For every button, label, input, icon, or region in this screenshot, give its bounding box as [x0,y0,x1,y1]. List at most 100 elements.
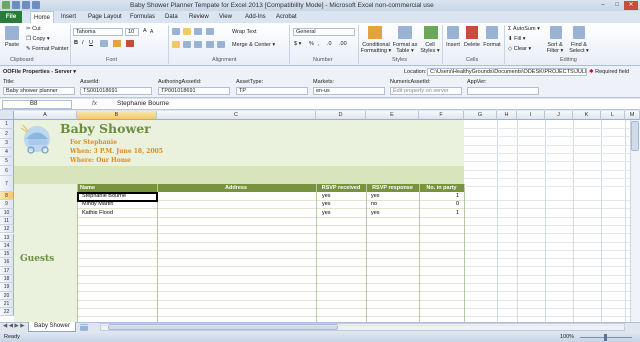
zoom-level[interactable]: 100% [560,334,574,340]
rsvp-response-cell[interactable]: yes [371,209,380,217]
column-header[interactable]: J [545,111,573,120]
orientation-icon[interactable] [206,28,214,35]
tab-data[interactable]: Data [162,11,181,23]
row-header[interactable]: 12 [0,225,14,234]
party-count-cell[interactable]: 0 [419,200,459,208]
tab-home[interactable]: Home [30,11,55,23]
save-icon[interactable] [12,1,20,9]
sheet-tab-baby-shower[interactable]: Baby Shower [28,322,76,332]
row-header[interactable]: 2 [0,129,14,139]
insert-cells-button[interactable]: Insert [443,42,463,48]
minimize-button[interactable]: – [596,1,610,10]
number-format-select[interactable]: General [293,28,355,36]
tab-insert[interactable]: Insert [58,11,79,23]
tab-formulas[interactable]: Formulas [127,11,158,23]
increase-decimal-button[interactable]: .0 [327,41,332,47]
row-header[interactable]: 20 [0,291,14,300]
redo-icon[interactable] [32,1,40,9]
insert-function-button[interactable]: fx [92,100,97,107]
comma-button[interactable]: , [318,41,320,47]
decrease-indent-icon[interactable] [206,41,214,48]
formula-input[interactable]: Stephanie Bourne [117,100,169,107]
align-top-icon[interactable] [172,28,180,35]
row-header[interactable]: 14 [0,241,14,251]
column-header[interactable]: F [419,111,464,120]
row-header[interactable]: 5 [0,157,14,166]
property-field[interactable]: Baby shower planner [3,87,75,95]
find-select-button[interactable]: Find & Select ▾ [567,42,591,54]
align-right-icon[interactable] [194,41,202,48]
column-header[interactable]: A [14,111,77,120]
bold-button[interactable]: B [74,40,78,46]
row-header[interactable]: 10 [0,208,14,217]
underline-button[interactable]: U [89,40,93,46]
fill-color-icon[interactable] [113,40,121,47]
format-cells-button[interactable]: Format [482,42,502,48]
sheet-nav-arrows-icon[interactable]: ◀ ◀ ▶ ▶ [3,323,25,329]
property-field[interactable]: Edit property on server [390,87,462,95]
row-header[interactable]: 9 [0,200,14,209]
column-header[interactable]: E [366,111,419,120]
copy-button[interactable]: ❐ Copy ▾ [26,36,50,42]
paste-button[interactable]: Paste [3,42,21,48]
row-header[interactable]: 8 [0,192,14,201]
row-header[interactable]: 19 [0,283,14,292]
maximize-button[interactable]: □ [610,1,624,10]
cut-button[interactable]: ✂ Cut [26,26,41,32]
wrap-text-button[interactable]: Wrap Text [232,29,257,35]
guest-name-cell[interactable]: Kathie Flood [82,209,113,217]
clear-button[interactable]: ◇ Clear ▾ [508,46,531,52]
row-header[interactable]: 6 [0,166,14,176]
font-name-select[interactable]: Tahoma [73,28,123,36]
format-painter-button[interactable]: ✎ Format Painter [26,46,69,52]
column-header[interactable]: C [157,111,316,120]
rsvp-received-cell[interactable]: yes [322,200,331,208]
row-header[interactable]: 11 [0,216,14,226]
column-header[interactable]: I [517,111,545,120]
row-header[interactable]: 21 [0,299,14,309]
sort-filter-button[interactable]: Sort & Filter ▾ [543,42,567,54]
format-as-table-button[interactable]: Format as Table ▾ [392,42,418,54]
tab-page-layout[interactable]: Page Layout [85,11,125,23]
font-size-select[interactable]: 10 [125,28,139,36]
grow-font-button[interactable]: A [143,28,147,34]
select-all-corner[interactable] [0,111,14,120]
align-center-icon[interactable] [183,41,191,48]
column-header[interactable]: B [77,111,157,120]
properties-panel-title[interactable]: OOFile Properties - Server ▾ [3,69,76,75]
property-field[interactable]: TP001018691 [158,87,230,95]
row-header[interactable]: 17 [0,266,14,275]
vertical-scroll-thumb[interactable] [631,121,639,151]
conditional-formatting-button[interactable]: Conditional Formatting ▾ [360,42,392,54]
party-count-cell[interactable]: 1 [419,209,459,217]
merge-center-button[interactable]: Merge & Center ▾ [232,42,275,48]
autosum-button[interactable]: Σ AutoSum ▾ [508,26,540,32]
location-field[interactable]: C:\Users\HealthyGrounds\Documents\ODESK\… [427,68,587,76]
tab-acrobat[interactable]: Acrobat [273,11,300,23]
column-header[interactable]: L [601,111,625,120]
increase-indent-icon[interactable] [217,41,225,48]
italic-button[interactable]: I [82,40,84,46]
fill-button[interactable]: ⬇ Fill ▾ [508,36,525,42]
column-header[interactable]: D [316,111,366,120]
column-header[interactable]: K [573,111,601,120]
rsvp-response-cell[interactable]: yes [371,192,380,200]
row-header[interactable]: 16 [0,258,14,267]
cell-styles-button[interactable]: Cell Styles ▾ [418,42,442,54]
shrink-font-button[interactable]: A [150,29,153,35]
row-header[interactable]: 4 [0,148,14,157]
undo-icon[interactable] [22,1,30,9]
decrease-decimal-button[interactable]: .00 [339,41,347,47]
delete-cells-button[interactable]: Delete [462,42,482,48]
tab-review[interactable]: Review [186,11,212,23]
align-bottom-icon[interactable] [194,28,202,35]
rsvp-received-cell[interactable]: yes [322,192,331,200]
tab-file[interactable]: File [0,11,22,23]
row-header[interactable]: 13 [0,233,14,242]
row-header[interactable]: 18 [0,275,14,284]
currency-button[interactable]: $ ▾ [294,41,301,47]
borders-icon[interactable] [100,40,108,47]
row-header[interactable]: 15 [0,250,14,259]
property-field[interactable]: TS001018691 [80,87,152,95]
party-count-cell[interactable]: 1 [419,192,459,200]
